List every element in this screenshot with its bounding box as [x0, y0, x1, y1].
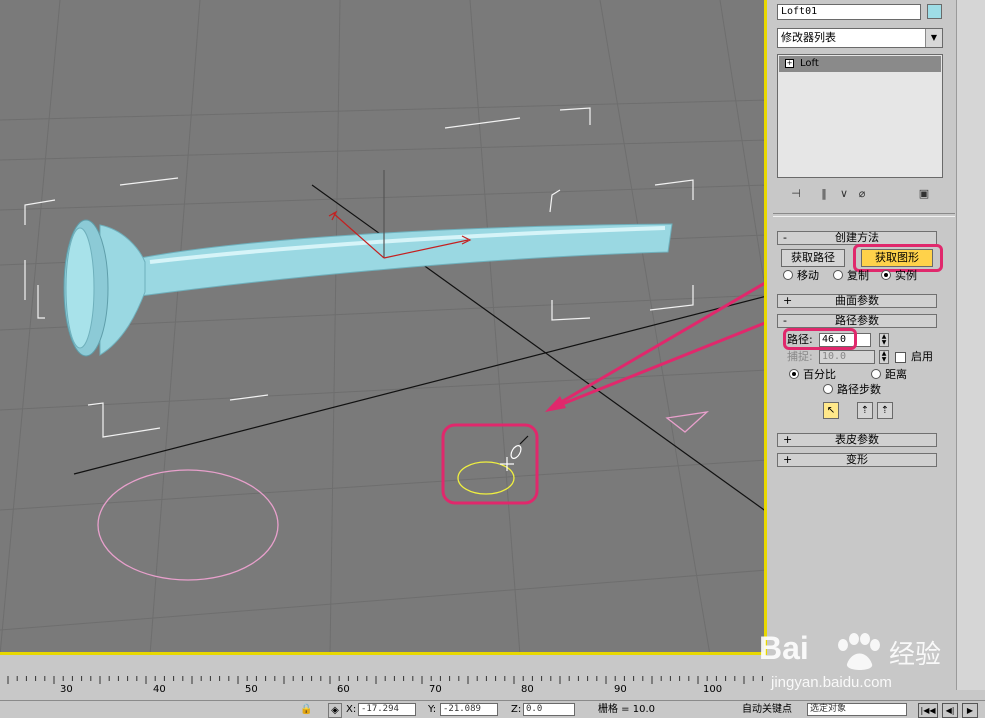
perspective-viewport[interactable] [0, 0, 767, 655]
chevron-down-icon[interactable]: ▼ [925, 29, 942, 47]
panel-scrollbar[interactable] [956, 0, 985, 690]
rollout-skin-params[interactable]: + 表皮参数 [777, 433, 937, 447]
radio-instance[interactable]: 实例 [881, 269, 917, 283]
snap-spinner[interactable]: ▲ ▼ [879, 350, 889, 364]
grid-size-label: 栅格 = 10.0 [598, 704, 656, 715]
z-coordinate-field[interactable]: 0.0 [523, 703, 575, 716]
rollout-title: 创建方法 [835, 231, 879, 244]
stack-toolbar: ⊣ ‖ ∨ ⌀ ▣ [777, 184, 943, 206]
circle-shape [97, 469, 279, 581]
key-filter-dropdown[interactable]: 选定对象 [807, 703, 907, 716]
stack-item-loft[interactable]: + Loft [779, 56, 941, 72]
radio-path-steps[interactable]: 路径步数 [823, 383, 881, 397]
snap-value-field[interactable]: 10.0 [819, 350, 875, 364]
tick-label: 100 [703, 684, 723, 695]
panel-divider [773, 213, 955, 217]
configure-sets-icon[interactable]: ▣ [917, 186, 931, 202]
baidu-watermark: Bai 经验 jingyan.baidu.com [757, 612, 957, 702]
previous-frame-icon[interactable]: ◀| [942, 703, 958, 718]
enable-label: 启用 [911, 350, 933, 363]
modifier-list-dropdown[interactable]: 修改器列表 ▼ [777, 28, 943, 48]
z-label: Z: [511, 704, 522, 715]
tick-label: 40 [153, 684, 166, 695]
next-shape-icon[interactable]: ⇡ [877, 402, 893, 419]
remove-modifier-icon[interactable]: ⌀ [855, 186, 869, 202]
watermark-brand: Bai [759, 630, 809, 666]
get-path-button[interactable]: 获取路径 [781, 249, 845, 267]
lock-selection-icon[interactable]: 🔒 [300, 703, 312, 716]
play-icon[interactable]: ▶ [962, 703, 978, 718]
transform-mode-icon[interactable]: ◈ [328, 703, 342, 718]
pin-stack-icon[interactable]: ⊣ [789, 186, 803, 202]
tick-label: 90 [614, 684, 627, 695]
expand-icon[interactable]: + [785, 58, 794, 68]
rollout-deformation[interactable]: + 变形 [777, 453, 937, 467]
modifier-list-label: 修改器列表 [781, 31, 836, 44]
snap-label: 捕捉: [787, 350, 813, 363]
path-field-highlight [783, 328, 857, 350]
tick-label: 70 [429, 684, 442, 695]
object-color-swatch[interactable] [927, 4, 942, 19]
radio-percentage[interactable]: 百分比 [789, 368, 836, 382]
watermark-suffix: 经验 [889, 640, 942, 670]
rollout-path-params[interactable]: - 路径参数 [777, 314, 937, 328]
radio-move[interactable]: 移动 [783, 269, 819, 283]
tick-label: 50 [245, 684, 258, 695]
watermark-url: jingyan.baidu.com [771, 674, 892, 691]
object-name-field[interactable]: Loft01 [777, 4, 921, 20]
ruler-ticks [7, 676, 782, 684]
rollout-surface-params[interactable]: + 曲面参数 [777, 294, 937, 308]
previous-shape-icon[interactable]: ⇡ [857, 402, 873, 419]
y-label: Y: [428, 704, 437, 715]
triangle-shape [665, 411, 710, 433]
go-to-start-icon[interactable]: |◀◀ [918, 703, 938, 718]
status-bar: 🔒 ◈ X: -17.294 Y: -21.089 Z: 0.0 栅格 = 10… [0, 700, 985, 718]
y-coordinate-field[interactable]: -21.089 [440, 703, 498, 716]
tick-label: 60 [337, 684, 350, 695]
x-label: X: [346, 704, 357, 715]
modifier-stack: + Loft [777, 54, 943, 178]
path-spinner[interactable]: ▲ ▼ [879, 333, 889, 347]
radio-copy[interactable]: 复制 [833, 269, 869, 283]
get-shape-highlight [853, 244, 943, 272]
auto-key-button[interactable]: 自动关键点 [742, 703, 792, 716]
stack-item-label: Loft [800, 58, 819, 69]
viewport-scene [0, 0, 764, 652]
rollout-creation-method[interactable]: - 创建方法 [777, 231, 937, 245]
pick-shape-icon[interactable]: ↖ [823, 402, 839, 419]
enable-snap-checkbox[interactable] [895, 352, 906, 363]
radio-distance[interactable]: 距离 [871, 368, 907, 382]
shape-highlight-box [441, 423, 539, 505]
tick-label: 80 [521, 684, 534, 695]
grid-axis-x [73, 296, 764, 475]
show-end-result-icon[interactable]: ‖ [817, 186, 831, 202]
x-coordinate-field[interactable]: -17.294 [358, 703, 416, 716]
command-panel: Loft01 修改器列表 ▼ + Loft ⊣ ‖ ∨ ⌀ ▣ - 创建方法 获取路… [767, 0, 985, 690]
loft-object [63, 219, 673, 357]
tick-label: 30 [60, 684, 73, 695]
make-unique-icon[interactable]: ∨ [837, 186, 851, 202]
time-ruler[interactable]: 30 40 50 60 70 80 90 100 [0, 658, 782, 700]
annotation-arrows [545, 281, 764, 412]
